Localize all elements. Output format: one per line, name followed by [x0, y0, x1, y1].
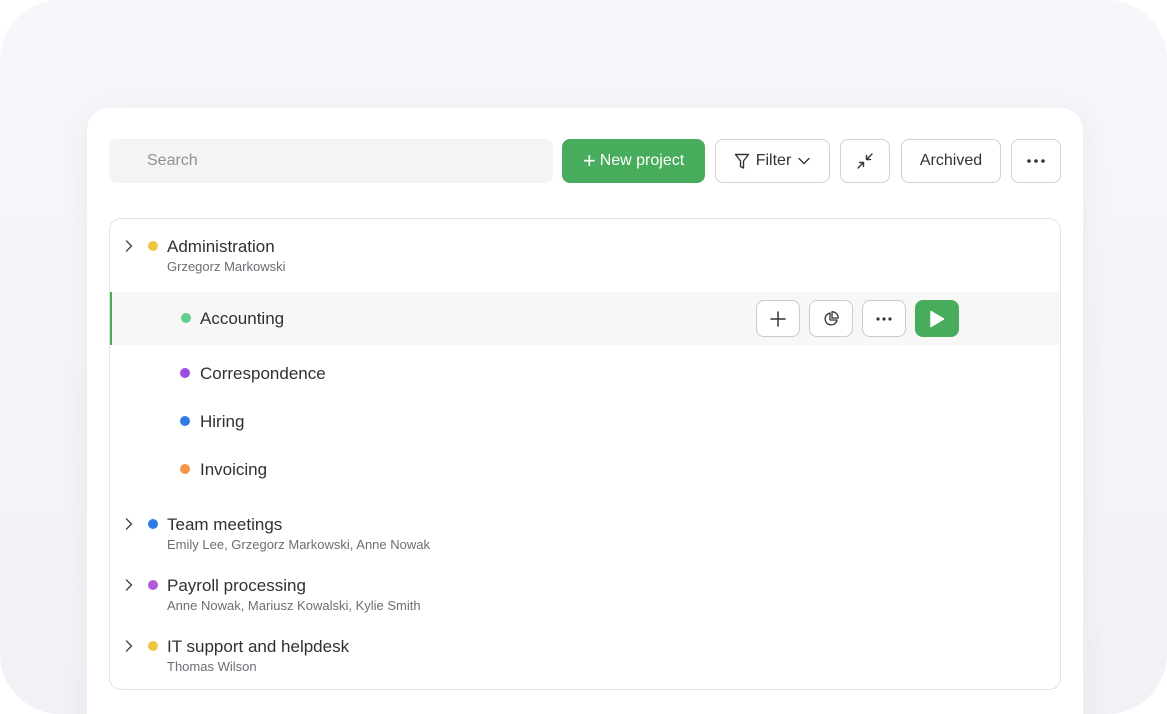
- filter-button[interactable]: Filter: [715, 139, 830, 183]
- project-row[interactable]: Administration Grzegorz Markowski: [110, 219, 1060, 292]
- toolbar: Search + New project Filter Archived: [109, 139, 1061, 183]
- chevron-right-icon[interactable]: [122, 639, 136, 653]
- project-members: Emily Lee, Grzegorz Markowski, Anne Nowa…: [167, 537, 430, 552]
- subproject-name: Invoicing: [200, 460, 268, 479]
- subproject-row[interactable]: Hiring: [110, 393, 1060, 441]
- search-placeholder: Search: [147, 152, 198, 169]
- plus-icon: [770, 310, 786, 327]
- search-input[interactable]: Search: [109, 139, 553, 183]
- subproject-name: Correspondence: [200, 364, 326, 383]
- row-more-button[interactable]: [862, 300, 906, 337]
- new-project-button[interactable]: + New project: [562, 139, 705, 183]
- start-timer-button[interactable]: [915, 300, 959, 337]
- subproject-row[interactable]: Correspondence: [110, 345, 1060, 393]
- project-color-dot: [148, 580, 158, 590]
- project-list: Administration Grzegorz Markowski Accoun…: [109, 218, 1061, 690]
- subproject-color-dot: [180, 416, 190, 426]
- report-button[interactable]: [809, 300, 853, 337]
- collapse-icon: [857, 153, 873, 169]
- project-name: IT support and helpdesk: [167, 637, 350, 656]
- archived-button[interactable]: Archived: [901, 139, 1001, 183]
- chevron-right-icon[interactable]: [122, 239, 136, 253]
- project-row[interactable]: IT support and helpdesk Thomas Wilson: [110, 626, 1060, 686]
- project-row[interactable]: Payroll processing Anne Nowak, Mariusz K…: [110, 565, 1060, 625]
- subproject-color-dot: [180, 368, 190, 378]
- project-row[interactable]: Team meetings Emily Lee, Grzegorz Markow…: [110, 504, 1060, 564]
- page-backdrop: Search + New project Filter Archived Adm…: [0, 0, 1167, 714]
- collapse-all-button[interactable]: [840, 139, 890, 183]
- new-project-label: New project: [599, 152, 685, 169]
- more-dots-icon: [876, 316, 892, 321]
- play-icon: [930, 310, 945, 327]
- funnel-icon: [734, 153, 749, 169]
- more-dots-icon: [1027, 159, 1045, 163]
- pie-chart-icon: [824, 310, 839, 326]
- project-members: Thomas Wilson: [167, 659, 257, 674]
- subproject-name: Accounting: [200, 309, 285, 328]
- plus-icon: +: [582, 148, 596, 173]
- filter-label: Filter: [755, 152, 792, 169]
- subproject-row[interactable]: Invoicing: [110, 441, 1060, 491]
- project-name: Administration: [167, 237, 275, 256]
- subproject-color-dot: [180, 464, 190, 474]
- project-members: Grzegorz Markowski: [167, 259, 286, 274]
- chevron-right-icon[interactable]: [122, 517, 136, 531]
- project-color-dot: [148, 641, 158, 651]
- project-members: Anne Nowak, Mariusz Kowalski, Kylie Smit…: [167, 598, 421, 613]
- chevron-right-icon[interactable]: [122, 578, 136, 592]
- project-name: Payroll processing: [167, 576, 306, 595]
- project-color-dot: [148, 241, 158, 251]
- project-name: Team meetings: [167, 515, 283, 534]
- subproject-row-active[interactable]: Accounting: [110, 292, 1060, 345]
- archived-label: Archived: [919, 152, 983, 169]
- projects-panel: Search + New project Filter Archived Adm…: [87, 108, 1083, 714]
- chevron-down-icon: [798, 157, 810, 165]
- subproject-name: Hiring: [200, 412, 245, 431]
- add-task-button[interactable]: [756, 300, 800, 337]
- more-options-button[interactable]: [1011, 139, 1061, 183]
- project-color-dot: [148, 519, 158, 529]
- subproject-color-dot: [181, 313, 191, 323]
